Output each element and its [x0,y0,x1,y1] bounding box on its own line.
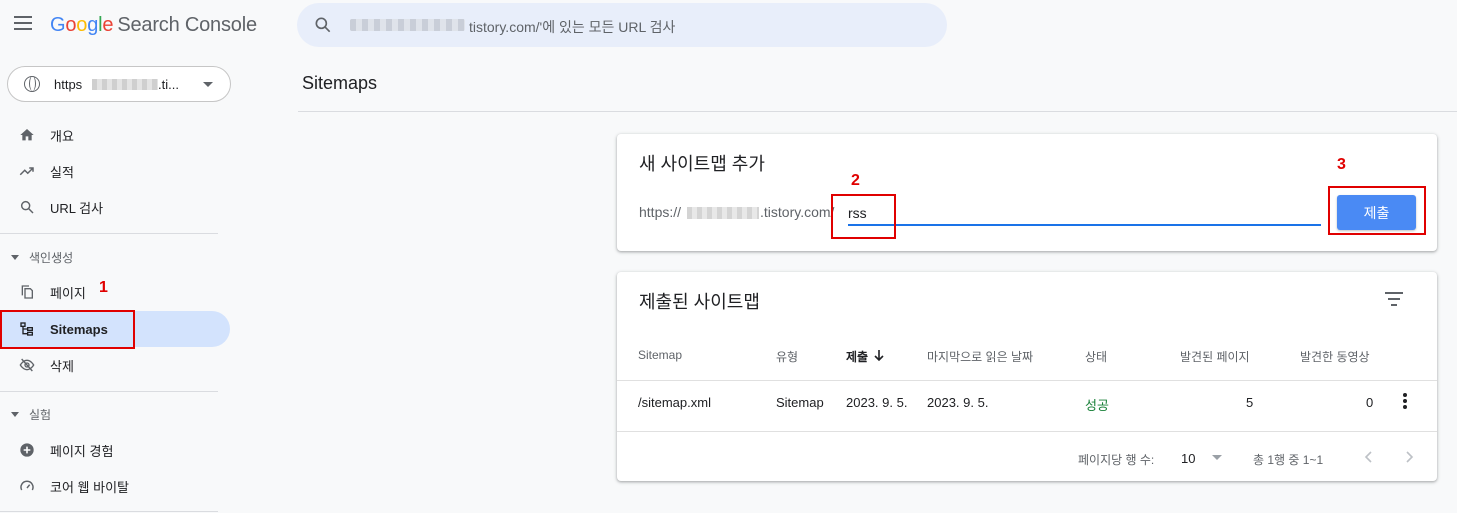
divider [0,511,218,512]
section-experience[interactable]: 실험 [11,406,51,423]
sitemap-url-input[interactable] [848,202,1321,226]
url-prefix: https:// [639,204,682,220]
sidebar-item-page-experience[interactable]: 페이지 경험 [0,432,230,468]
search-icon [17,197,37,217]
annotation-box-2 [831,194,896,239]
sidebar: https .ti... 개요 실적 URL 검사 색인생성 페이지 Sitem… [0,52,244,513]
column-header-status[interactable]: 상태 [1085,348,1107,365]
add-sitemap-card: 새 사이트맵 추가 https:// .tistory.com/ 제출 [617,134,1437,251]
property-prefix: https [54,77,83,92]
pages-icon [17,282,37,302]
annotation-number-1: 1 [99,279,108,296]
column-header-sitemap[interactable]: Sitemap [638,348,682,362]
caret-down-icon [11,412,19,417]
cell-last-read: 2023. 9. 5. [927,395,989,410]
column-header-discovered-pages[interactable]: 발견된 페이지 [1180,348,1250,365]
sidebar-item-overview[interactable]: 개요 [0,117,230,153]
annotation-box-1 [0,310,135,349]
submitted-sitemaps-card: 제출된 사이트맵 Sitemap 유형 제출 마지막으로 읽은 날짜 상태 발견… [617,272,1437,481]
google-search-console-logo[interactable]: Google Search Console [50,14,257,37]
divider [617,431,1437,432]
column-header-submitted[interactable]: 제출 [846,348,884,365]
pagination-range: 총 1행 중 1~1 [1253,453,1324,467]
cell-status: 성공 [1085,398,1109,413]
divider [0,391,218,392]
caret-down-icon [11,255,19,260]
more-vert-icon[interactable] [1402,393,1408,409]
chevron-down-icon [203,82,213,87]
column-header-last-read[interactable]: 마지막으로 읽은 날짜 [927,348,1033,365]
rows-per-page-label: 페이지당 행 수: [1078,453,1155,467]
redacted-text [687,207,759,219]
sidebar-item-performance[interactable]: 실적 [0,153,230,189]
annotation-box-3 [1328,186,1426,235]
divider [617,380,1437,381]
divider [298,111,1457,112]
divider [0,233,218,234]
cell-submitted: 2023. 9. 5. [846,395,908,410]
property-selector[interactable]: https .ti... [7,66,231,102]
url-suffix: .tistory.com/ [760,204,835,220]
chevron-down-icon [1212,455,1222,460]
redacted-text [350,19,465,31]
home-icon [17,125,37,145]
top-bar: Google Search Console tistory.com/'에 있는 모… [0,0,1457,52]
sidebar-item-pages[interactable]: 페이지 [0,274,230,310]
menu-icon[interactable] [14,16,32,30]
globe-icon [24,76,40,92]
cell-pages: 5 [1246,395,1254,410]
chevron-right-icon[interactable] [1399,447,1419,467]
card-title: 제출된 사이트맵 [639,292,760,312]
rows-per-page-select[interactable]: 10 [1180,449,1226,467]
url-inspection-search[interactable]: tistory.com/'에 있는 모든 URL 검사 [297,3,947,47]
page-title: Sitemaps [302,73,378,93]
speed-icon [17,476,37,496]
property-suffix: .ti... [158,77,179,92]
annotation-number-2: 2 [851,172,860,189]
redacted-text [92,79,158,90]
column-header-discovered-videos[interactable]: 발견한 동영상 [1300,348,1370,365]
chevron-left-icon[interactable] [1359,447,1379,467]
search-icon [315,17,331,33]
search-placeholder: tistory.com/'에 있는 모든 URL 검사 [469,19,676,35]
arrow-down-icon [874,350,884,362]
card-title: 새 사이트맵 추가 [639,154,765,174]
sidebar-item-removals[interactable]: 삭제 [0,347,230,383]
visibility-off-icon [17,355,37,375]
annotation-number-3: 3 [1337,156,1346,173]
sidebar-item-core-web-vitals[interactable]: 코어 웹 바이탈 [0,468,230,504]
sidebar-item-url-inspection[interactable]: URL 검사 [0,189,230,225]
product-name: Search Console [117,14,257,36]
cell-type: Sitemap [776,395,824,410]
cell-videos: 0 [1366,395,1374,410]
cell-sitemap[interactable]: /sitemap.xml [638,395,711,410]
filter-icon[interactable] [1385,292,1403,306]
trending-up-icon [17,161,37,181]
section-indexing[interactable]: 색인생성 [11,249,73,266]
column-header-type[interactable]: 유형 [776,348,798,365]
add-circle-icon [17,440,37,460]
